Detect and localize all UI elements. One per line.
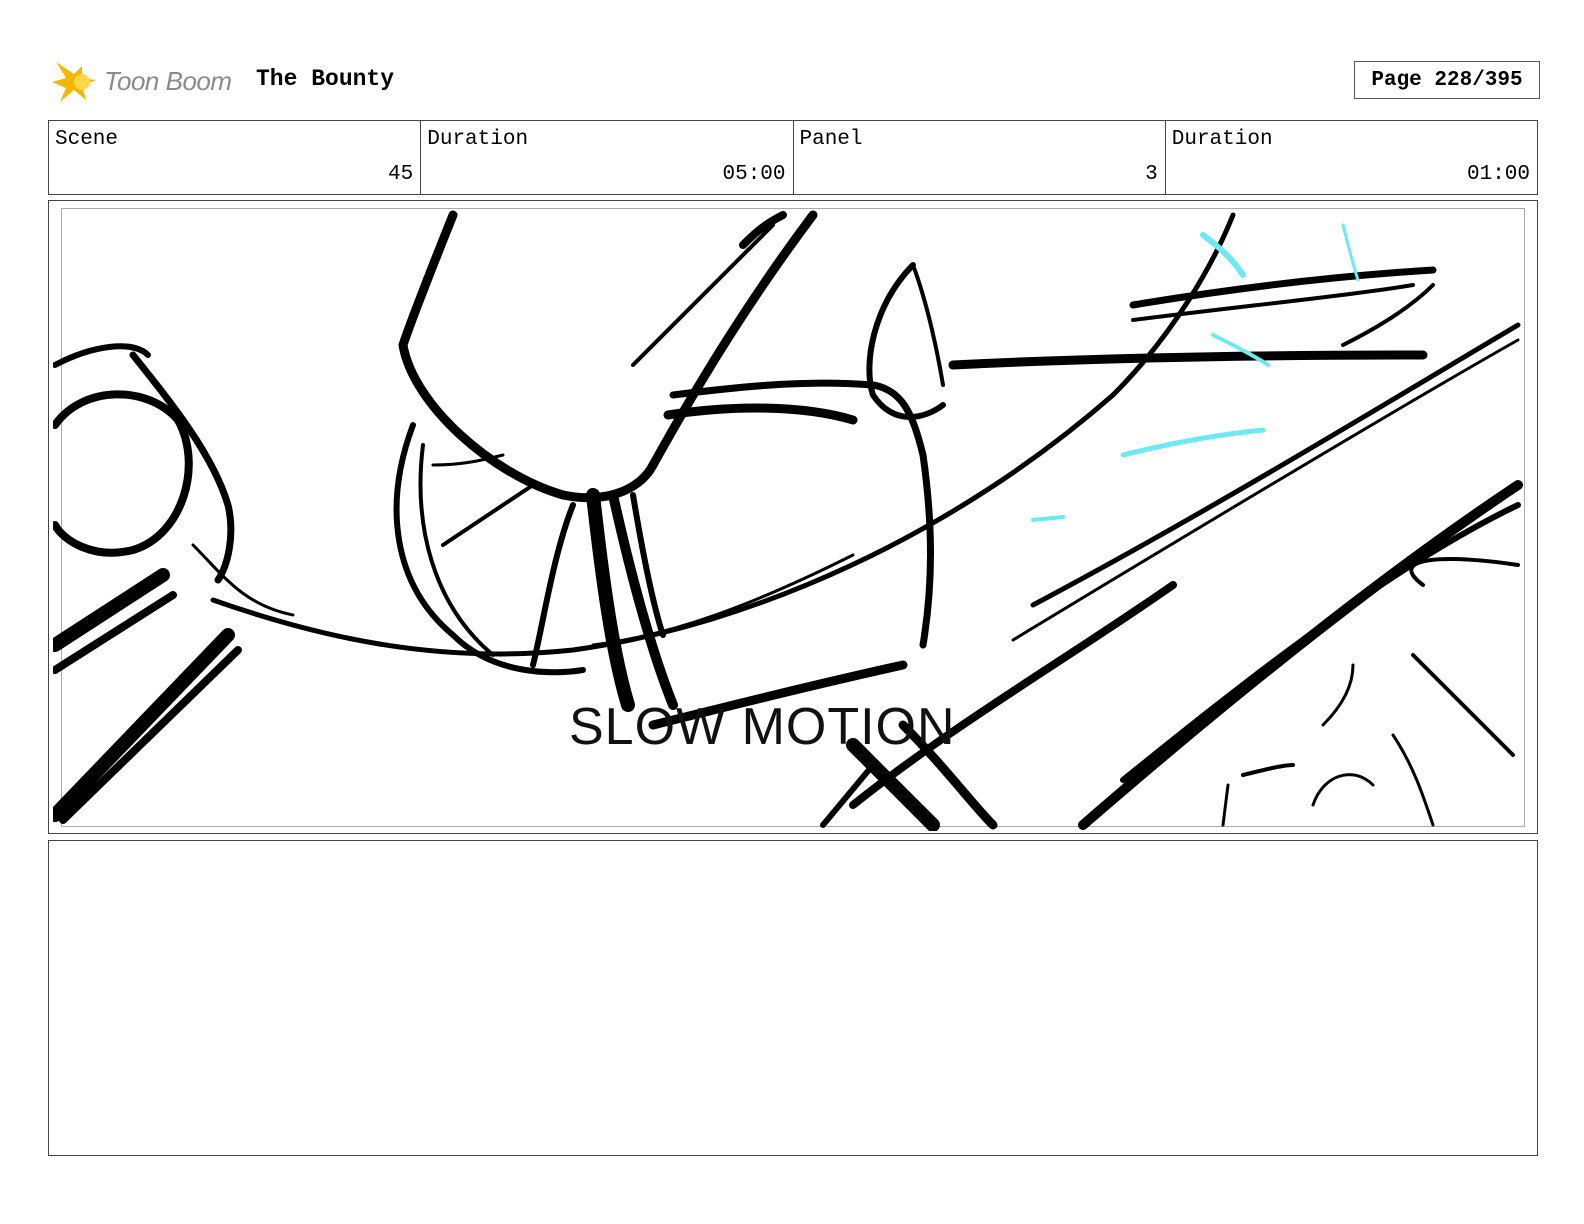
scene-duration-value: 05:00	[722, 163, 786, 186]
scene-cell: Scene 45	[49, 121, 422, 194]
scene-value: 45	[388, 163, 414, 186]
project-title: The Bounty	[256, 66, 395, 92]
storyboard-panel: SLOW MOTION	[48, 200, 1538, 834]
page-header: Toon Boom The Bounty Page 228/395	[52, 52, 1540, 108]
scene-duration-label: Duration	[427, 128, 529, 151]
panel-cell: Panel 3	[794, 121, 1166, 194]
panel-duration-value: 01:00	[1466, 163, 1530, 186]
logo-wordmark: Toon Boom	[104, 66, 232, 96]
panel-duration-cell: Duration 01:00	[1166, 121, 1537, 194]
scene-info-table: Scene 45 Duration 05:00 Panel 3 Duration…	[48, 120, 1538, 195]
panel-label: Panel	[799, 128, 863, 151]
panel-value: 3	[1145, 163, 1158, 186]
toon-boom-logo: Toon Boom	[52, 56, 242, 108]
panel-duration-label: Duration	[1171, 128, 1273, 151]
starburst-icon	[52, 62, 96, 102]
page-indicator: Page 228/395	[1354, 61, 1540, 99]
panel-notes-area	[48, 840, 1538, 1156]
scene-duration-cell: Duration 05:00	[421, 121, 794, 194]
slow-motion-caption: SLOW MOTION	[569, 698, 956, 756]
scene-label: Scene	[55, 128, 119, 151]
